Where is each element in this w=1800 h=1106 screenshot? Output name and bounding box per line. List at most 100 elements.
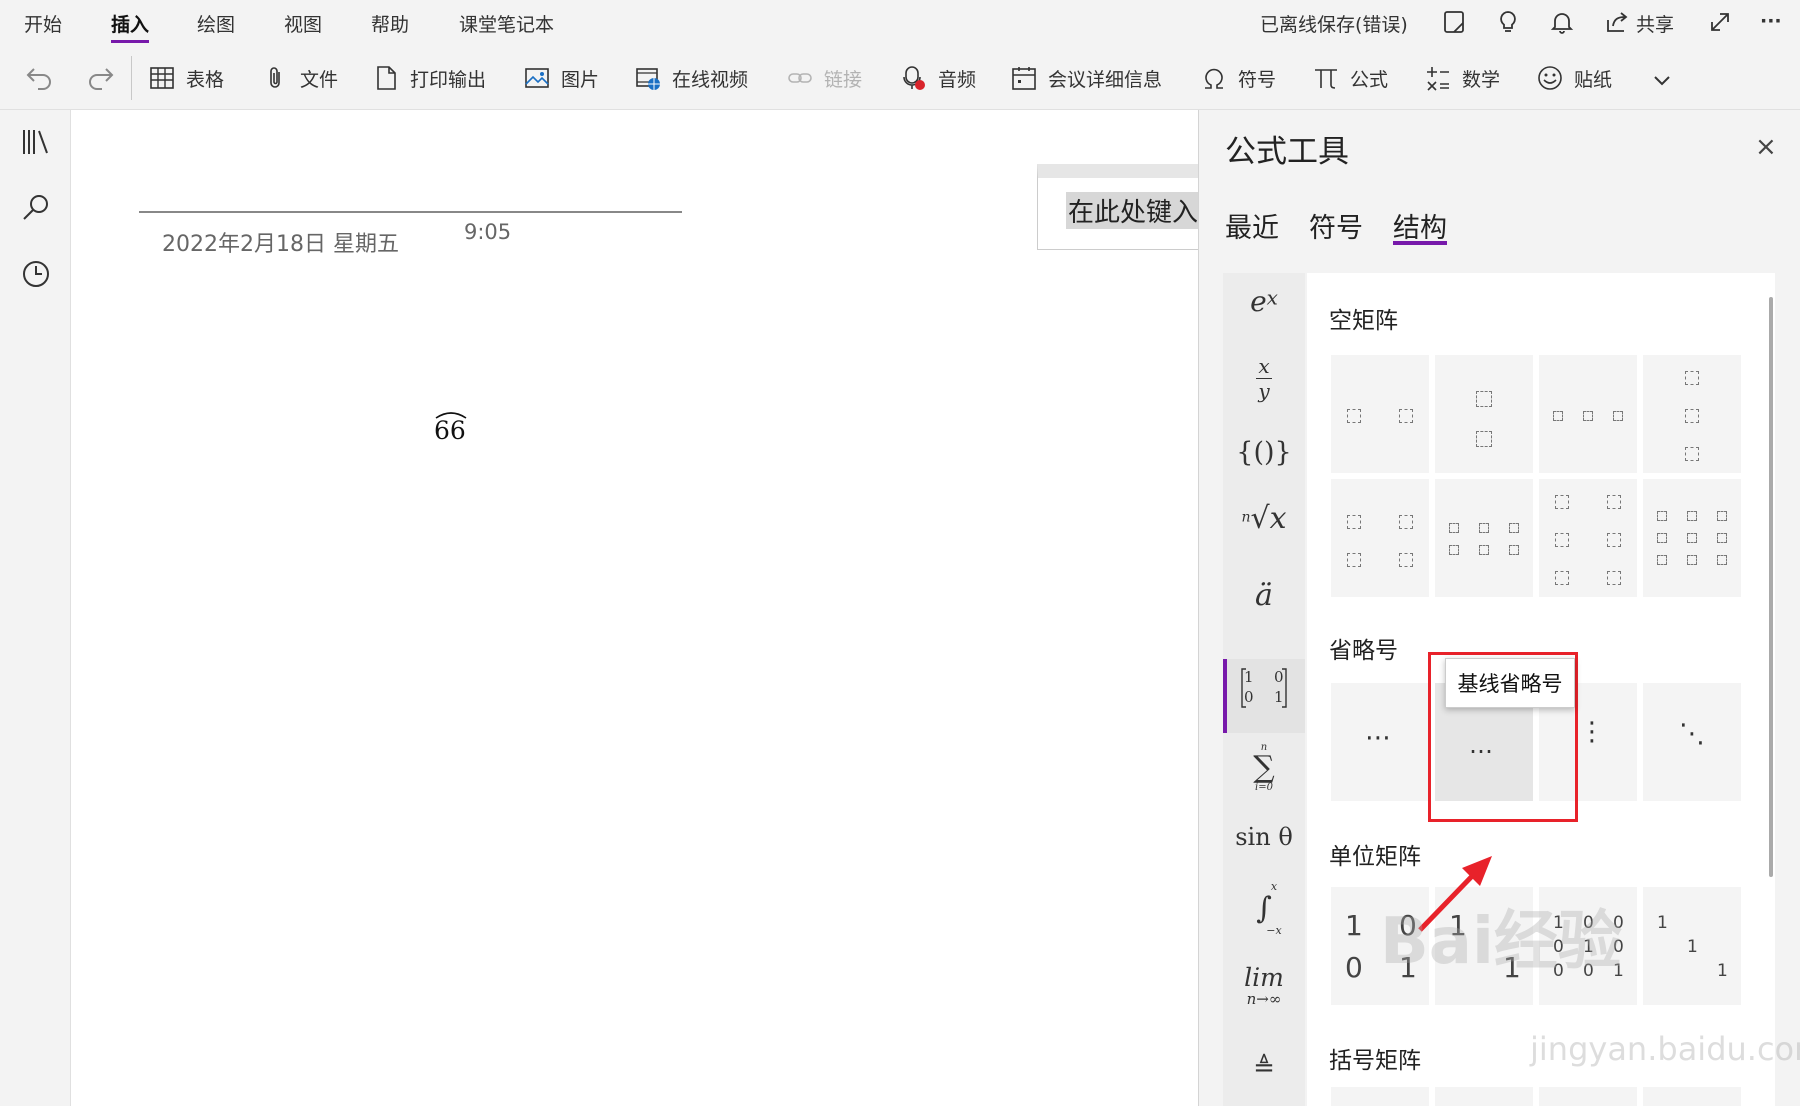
matrix-2x1-tile[interactable] xyxy=(1435,355,1533,473)
category-accent[interactable]: ä xyxy=(1223,578,1305,613)
insert-table-button[interactable]: 表格 xyxy=(148,60,224,96)
menu-view[interactable]: 视图 xyxy=(284,10,322,37)
section-identity-matrix: 单位矩阵 xyxy=(1329,844,1421,870)
link-icon xyxy=(788,73,812,83)
insert-link-button[interactable]: 链接 xyxy=(786,60,862,96)
insert-sticker-label: 贴纸 xyxy=(1574,68,1613,91)
category-script[interactable]: ex xyxy=(1223,285,1305,335)
matrix-1x2-tile[interactable] xyxy=(1331,355,1429,473)
close-icon[interactable]: × xyxy=(1755,132,1777,162)
insert-online-video-label: 在线视频 xyxy=(672,68,749,91)
diagonal-ellipsis-glyph: ⋱ xyxy=(1679,719,1705,749)
insert-picture-button[interactable]: 图片 xyxy=(523,60,599,96)
pi-icon xyxy=(1315,69,1337,89)
sum-bottom: i=0 xyxy=(1255,782,1273,793)
category-radical[interactable]: n√x xyxy=(1223,501,1305,551)
undo-icon[interactable] xyxy=(24,61,56,93)
bracket-matrix-tile-2[interactable] xyxy=(1435,1087,1533,1106)
gallery-scrollbar[interactable] xyxy=(1769,297,1773,877)
menu-bar: 开始 插入 绘图 视图 帮助 课堂笔记本 已离线保存(错误) 共享 ··· xyxy=(0,0,1800,46)
fraction-top: x xyxy=(1258,354,1270,378)
menu-class-notebook[interactable]: 课堂笔记本 xyxy=(459,10,554,37)
page-title-line[interactable] xyxy=(139,211,682,213)
insert-symbol-button[interactable]: 符号 xyxy=(1200,60,1276,96)
tab-structures[interactable]: 结构 xyxy=(1393,206,1447,245)
audio-icon xyxy=(903,66,925,90)
watermark-url: jingyan.baidu.com xyxy=(1530,1030,1800,1068)
page-date: 2022年2月18日 星期五 xyxy=(162,232,399,257)
insert-meeting-details-button[interactable]: 会议详细信息 xyxy=(1010,60,1162,96)
matrix-c: 0 xyxy=(1244,688,1254,706)
notebook-icon[interactable] xyxy=(1440,8,1468,36)
insert-audio-label: 音频 xyxy=(938,68,977,91)
menu-home[interactable]: 开始 xyxy=(24,10,62,37)
note-placeholder[interactable]: 在此处键入 xyxy=(1066,192,1201,229)
insert-equation-button[interactable]: 公式 xyxy=(1312,60,1388,96)
paperclip-icon xyxy=(270,67,280,88)
insert-audio-button[interactable]: 音频 xyxy=(900,60,976,96)
omega-icon xyxy=(1205,68,1223,89)
left-navigation xyxy=(0,110,71,1106)
diagonal-ellipsis-tile[interactable]: ⋱ xyxy=(1643,683,1741,801)
category-function[interactable]: sin θ xyxy=(1223,823,1305,851)
integral-bottom: −x xyxy=(1266,924,1282,937)
category-matrix[interactable]: 1 0 0 1 xyxy=(1223,666,1305,728)
search-icon[interactable] xyxy=(20,192,52,224)
matrix-2x3-tile[interactable] xyxy=(1435,479,1533,597)
category-operator[interactable]: ≜ xyxy=(1223,1053,1305,1083)
recent-clock-icon[interactable] xyxy=(20,258,52,290)
menu-help[interactable]: 帮助 xyxy=(371,10,409,37)
insert-printout-button[interactable]: 打印输出 xyxy=(372,60,486,96)
tab-symbols[interactable]: 符号 xyxy=(1309,206,1363,245)
bracket-matrix-tile-4[interactable] xyxy=(1643,1087,1741,1106)
section-bracket-matrix: 括号矩阵 xyxy=(1329,1048,1421,1074)
matrix-3x3-tile[interactable] xyxy=(1643,479,1741,597)
identity-3x3-sparse-i: 1 xyxy=(1717,961,1728,981)
matrix-2x2-tile[interactable] xyxy=(1331,479,1429,597)
redo-icon[interactable] xyxy=(84,61,116,93)
matrix-1x3-tile[interactable] xyxy=(1539,355,1637,473)
insert-printout-label: 打印输出 xyxy=(410,68,487,91)
insert-file-button[interactable]: 文件 xyxy=(262,60,338,96)
category-integral[interactable]: x ∫ −x xyxy=(1223,881,1305,943)
matrix-3x1-tile[interactable] xyxy=(1643,355,1741,473)
page-time: 9:05 xyxy=(464,220,512,244)
sum-symbol: ∑ xyxy=(1253,750,1275,785)
more-options-button[interactable]: ··· xyxy=(1760,10,1782,32)
share-icon[interactable] xyxy=(1604,8,1632,36)
bell-icon[interactable] xyxy=(1548,8,1576,36)
vertical-ellipsis-glyph: ⋮ xyxy=(1579,717,1605,747)
bracket-matrix-tile-1[interactable] xyxy=(1331,1087,1429,1106)
insert-sticker-button[interactable]: 贴纸 xyxy=(1536,60,1612,96)
notebooks-icon[interactable] xyxy=(20,126,52,158)
structure-categories: ex x y {()} n√x ä 1 0 0 1 n ∑ i=0 sin θ … xyxy=(1223,273,1305,1106)
lightbulb-icon[interactable] xyxy=(1494,8,1522,36)
insert-table-label: 表格 xyxy=(186,68,225,91)
menu-insert[interactable]: 插入 xyxy=(111,10,149,37)
insert-online-video-button[interactable]: 在线视频 xyxy=(634,60,748,96)
matrix-3x2-tile[interactable] xyxy=(1539,479,1637,597)
category-large-operator[interactable]: n ∑ i=0 xyxy=(1223,743,1305,799)
category-limit[interactable]: lim n→∞ xyxy=(1223,965,1305,1015)
bracket-matrix-tile-3[interactable] xyxy=(1539,1087,1637,1106)
note-container[interactable]: 在此处键入 xyxy=(1037,164,1201,250)
tooltip: 基线省略号 xyxy=(1445,658,1575,708)
math-button[interactable]: 数学 xyxy=(1424,60,1500,96)
menu-draw[interactable]: 绘图 xyxy=(197,10,235,37)
expand-icon[interactable] xyxy=(1706,8,1734,36)
sync-status[interactable]: 已离线保存(错误) xyxy=(1260,10,1408,37)
category-fraction[interactable]: x y xyxy=(1223,355,1305,415)
share-button[interactable]: 共享 xyxy=(1636,10,1674,37)
identity-3x3-sparse-e: 1 xyxy=(1687,937,1698,957)
chevron-down-icon[interactable] xyxy=(1650,68,1674,92)
identity-3x3-sparse-tile[interactable]: 1 1 1 xyxy=(1643,887,1741,1005)
category-bracket[interactable]: {()} xyxy=(1223,437,1305,468)
tab-recent[interactable]: 最近 xyxy=(1225,206,1279,245)
midline-ellipsis-tile[interactable]: ⋯ xyxy=(1331,683,1429,801)
limit-label: lim xyxy=(1244,963,1284,992)
equation-text[interactable]: 66 xyxy=(434,416,466,445)
insert-equation-label: 公式 xyxy=(1350,68,1389,91)
pane-title: 公式工具 xyxy=(1225,134,1349,170)
insert-link-label: 链接 xyxy=(824,68,863,91)
page-canvas[interactable]: 2022年2月18日 星期五 9:05 66 在此处键入 xyxy=(72,110,1201,1106)
